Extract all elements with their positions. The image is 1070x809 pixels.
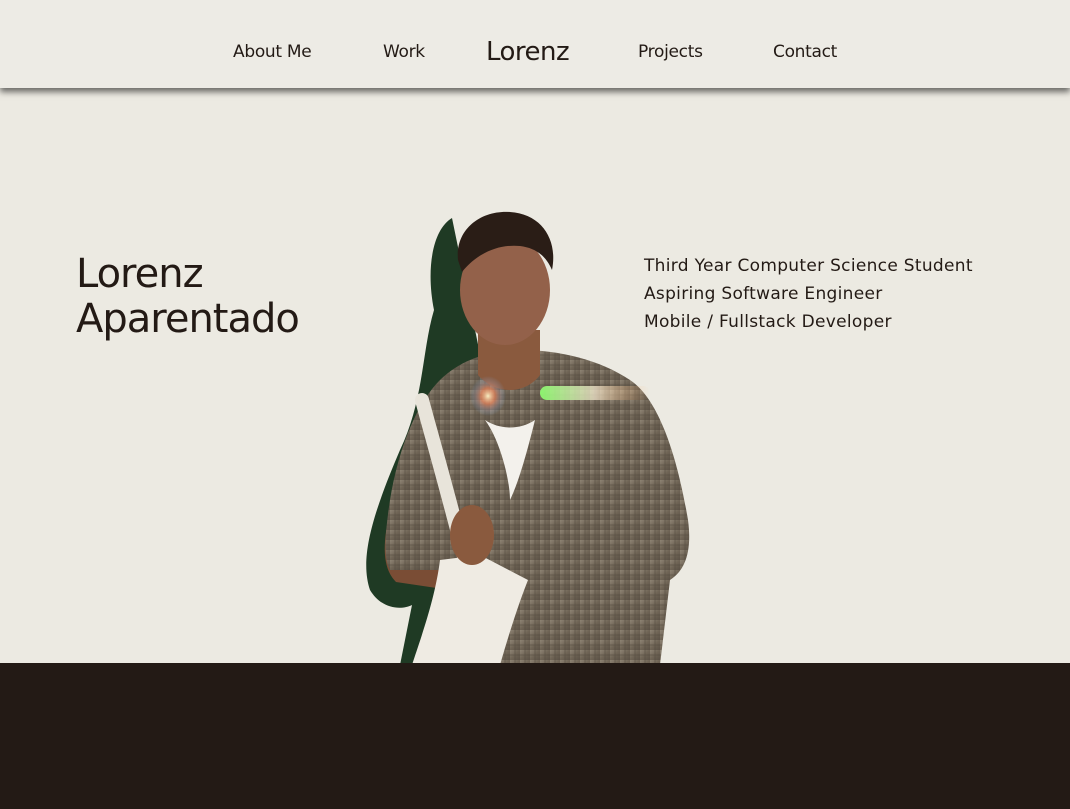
tagline-line-2: Aspiring Software Engineer bbox=[644, 284, 883, 304]
nav-brand-logo[interactable]: Lorenz bbox=[486, 37, 570, 67]
nav-about-me-link[interactable]: About Me bbox=[233, 42, 312, 62]
tagline-line-3: Mobile / Fullstack Developer bbox=[644, 312, 892, 332]
nav-work-link[interactable]: Work bbox=[383, 42, 425, 62]
nav-contact-link[interactable]: Contact bbox=[773, 42, 837, 62]
lens-flare bbox=[470, 376, 506, 416]
hero-first-name: Lorenz bbox=[76, 251, 204, 297]
hero-name-heading: Lorenz Aparentado bbox=[76, 251, 300, 342]
hero-taglines: Third Year Computer Science Student Aspi… bbox=[644, 252, 973, 336]
nav-projects-link[interactable]: Projects bbox=[638, 42, 703, 62]
dark-section-band bbox=[0, 663, 1070, 809]
hero-last-name: Aparentado bbox=[76, 296, 300, 342]
top-navbar: About Me Work Lorenz Projects Contact bbox=[0, 0, 1070, 88]
tagline-line-1: Third Year Computer Science Student bbox=[644, 256, 973, 276]
